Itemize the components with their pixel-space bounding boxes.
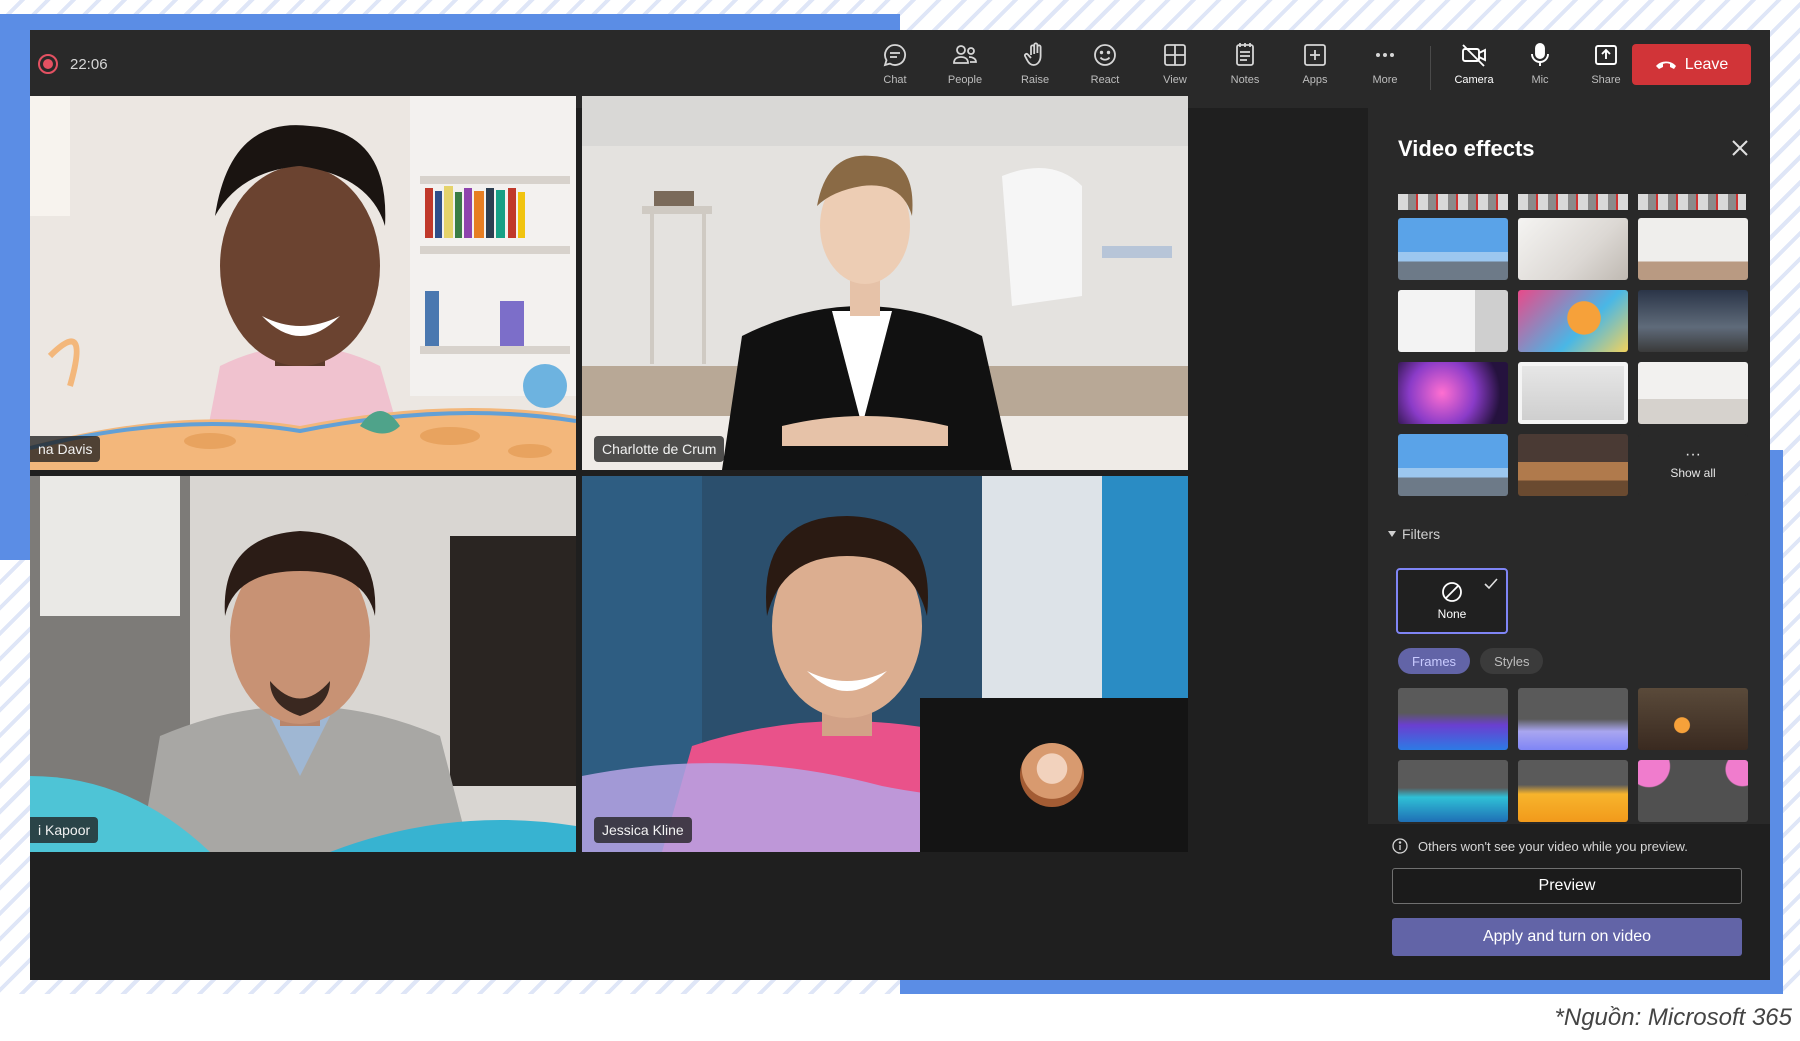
- background-thumbnail[interactable]: [1518, 290, 1628, 352]
- frame-thumbnail[interactable]: [1398, 760, 1508, 822]
- apps-plus-icon: [1304, 44, 1326, 66]
- background-thumbnail[interactable]: [1398, 434, 1508, 496]
- close-icon[interactable]: [1730, 138, 1750, 158]
- background-thumbnail[interactable]: [1638, 290, 1748, 352]
- preview-button[interactable]: Preview: [1392, 868, 1742, 904]
- background-thumbnail[interactable]: [1638, 362, 1748, 424]
- background-thumbnails-row-partial: [1398, 194, 1746, 210]
- panel-title: Video effects: [1398, 136, 1535, 161]
- participant-name-tag: na Davis: [30, 436, 101, 462]
- camera-button[interactable]: Camera: [1441, 40, 1507, 98]
- mic-button[interactable]: Mic: [1507, 40, 1573, 98]
- mic-icon: [1531, 43, 1549, 66]
- video-tile-top-right[interactable]: Charlotte de Crum: [582, 96, 1188, 470]
- view-label: View: [1163, 74, 1187, 86]
- background-thumbnail[interactable]: [1518, 434, 1628, 496]
- filters-label: Filters: [1402, 526, 1441, 542]
- filters-section-toggle[interactable]: Filters: [1388, 526, 1440, 542]
- video-tile-top-left[interactable]: na Davis: [30, 96, 576, 470]
- show-all-label: Show all: [1670, 466, 1716, 480]
- chevron-down-icon: [1388, 531, 1396, 537]
- participant-name-tag: Charlotte de Crum: [594, 436, 725, 462]
- chat-button[interactable]: Chat: [860, 40, 930, 98]
- ban-icon: [1442, 582, 1462, 602]
- camera-off-icon: [1462, 44, 1486, 67]
- preview-notice-text: Others won't see your video while you pr…: [1418, 838, 1688, 854]
- show-all-button[interactable]: ··· Show all: [1638, 434, 1748, 496]
- more-button[interactable]: More: [1350, 40, 1420, 98]
- panel-footer: Others won't see your video while you pr…: [1368, 824, 1770, 980]
- background-thumbnail[interactable]: [1398, 290, 1508, 352]
- apply-and-turn-on-video-button[interactable]: Apply and turn on video: [1392, 918, 1742, 956]
- participant-video: [582, 96, 1188, 470]
- more-dots-icon: [1376, 53, 1394, 57]
- share-label: Share: [1591, 74, 1621, 86]
- notes-button[interactable]: Notes: [1210, 40, 1280, 98]
- background-thumbnail[interactable]: [1638, 218, 1748, 280]
- frame-thumbnail[interactable]: [1638, 760, 1748, 822]
- participant-name-tag: Jessica Kline: [594, 817, 692, 843]
- filter-none-option[interactable]: None: [1396, 568, 1508, 634]
- phone-hangup-icon: [1655, 61, 1676, 69]
- avatar: [1020, 743, 1084, 807]
- self-preview-tile[interactable]: [920, 698, 1188, 852]
- chat-label: Chat: [883, 74, 907, 86]
- tab-frames[interactable]: Frames: [1398, 648, 1471, 674]
- view-button[interactable]: View: [1140, 40, 1210, 98]
- raise-hand-icon: [1024, 42, 1042, 66]
- share-button[interactable]: Share: [1573, 40, 1639, 98]
- filter-none-label: None: [1437, 607, 1467, 621]
- people-label: People: [947, 74, 983, 86]
- frame-thumbnail[interactable]: [1398, 688, 1508, 750]
- smiley-icon: [1094, 44, 1116, 66]
- participant-name-tag: i Kapoor: [30, 817, 99, 843]
- video-effects-panel: Video effects ··· Show all Filters None …: [1368, 108, 1770, 980]
- meeting-timer: 22:06: [70, 55, 108, 73]
- more-dots-icon: ···: [1685, 446, 1701, 463]
- checkmark-icon: [1484, 578, 1498, 590]
- background-thumbnail[interactable]: [1518, 218, 1628, 280]
- apps-button[interactable]: Apps: [1280, 40, 1350, 98]
- notes-icon: [1236, 43, 1254, 66]
- tab-styles[interactable]: Styles: [1480, 648, 1544, 674]
- background-thumbnail[interactable]: [1398, 362, 1508, 424]
- people-icon: [953, 45, 977, 64]
- filter-tabs: Frames Styles: [1398, 648, 1544, 674]
- react-label: React: [1090, 74, 1120, 86]
- frame-thumbnail[interactable]: [1638, 688, 1748, 750]
- apps-label: Apps: [1302, 74, 1328, 86]
- recording-indicator: 22:06: [38, 54, 108, 74]
- raise-hand-button[interactable]: Raise: [1000, 40, 1070, 98]
- frame-thumbnails: [1398, 688, 1748, 822]
- source-credit: *Nguồn: Microsoft 365: [1554, 1004, 1792, 1031]
- frame-thumbnail[interactable]: [1518, 760, 1628, 822]
- background-thumbnail[interactable]: [1398, 218, 1508, 280]
- react-button[interactable]: React: [1070, 40, 1140, 98]
- info-icon: [1392, 838, 1408, 854]
- mic-label: Mic: [1531, 74, 1549, 86]
- caption-strip: [0, 994, 1800, 1041]
- preview-notice: Others won't see your video while you pr…: [1392, 838, 1688, 854]
- participant-video: [30, 476, 576, 852]
- notes-label: Notes: [1230, 74, 1260, 86]
- record-icon: [38, 54, 58, 74]
- video-tile-bottom-right[interactable]: Jessica Kline: [582, 476, 1188, 852]
- chat-icon: [883, 44, 906, 67]
- background-thumbnail[interactable]: [1518, 362, 1628, 424]
- background-thumbnails: ··· Show all: [1398, 218, 1748, 496]
- participant-video: [30, 96, 576, 470]
- more-label: More: [1372, 74, 1398, 86]
- leave-button[interactable]: Leave: [1632, 44, 1751, 85]
- share-icon: [1595, 45, 1617, 65]
- video-tile-bottom-left[interactable]: i Kapoor: [30, 476, 576, 852]
- frame-thumbnail[interactable]: [1518, 688, 1628, 750]
- people-button[interactable]: People: [930, 40, 1000, 98]
- camera-label: Camera: [1454, 74, 1494, 86]
- leave-label: Leave: [1684, 55, 1729, 73]
- toolbar-divider: [1430, 46, 1431, 90]
- grid-view-icon: [1164, 44, 1186, 66]
- teams-meeting-window: 22:06 Chat People Raise React View Notes…: [30, 30, 1770, 980]
- raise-label: Raise: [1020, 74, 1050, 86]
- toolbar-actions: Chat People Raise React View Notes Apps …: [860, 40, 1639, 98]
